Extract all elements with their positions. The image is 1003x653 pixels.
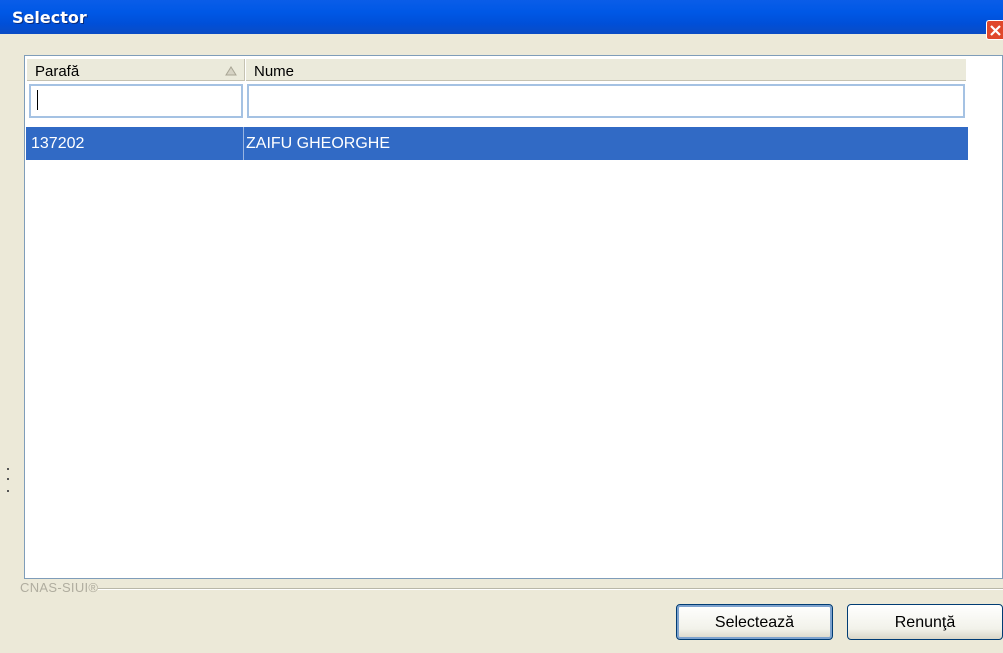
selector-window: Selector Parafă Nume 137202 ZAIFU GHEORG…: [0, 0, 1003, 653]
column-header-nume[interactable]: Nume: [246, 59, 966, 81]
close-icon: [990, 25, 1001, 36]
filter-parafa-input[interactable]: [29, 84, 243, 118]
brand-label: CNAS-SIUI®: [20, 580, 99, 595]
footer-divider-highlight: [98, 589, 1003, 590]
close-button[interactable]: [986, 20, 1003, 40]
window-left-edge: [0, 34, 4, 653]
cell-parafa: 137202: [31, 135, 85, 152]
column-header-parafa[interactable]: Parafă: [27, 59, 245, 81]
column-header-label: Nume: [254, 63, 295, 80]
sort-ascending-icon: [225, 66, 237, 76]
filter-nume-input[interactable]: [247, 84, 965, 118]
table-row[interactable]: 137202 ZAIFU GHEORGHE: [26, 127, 968, 160]
cancel-button[interactable]: Renunţă: [847, 604, 1003, 640]
resize-dot: [7, 478, 9, 480]
results-grid[interactable]: Parafă Nume 137202 ZAIFU GHEORGHE: [24, 55, 1003, 579]
resize-dot: [7, 468, 9, 470]
column-divider: [243, 127, 244, 160]
select-button[interactable]: Selectează: [676, 604, 833, 640]
window-title: Selector: [12, 8, 87, 27]
cell-nume: ZAIFU GHEORGHE: [246, 135, 391, 152]
text-cursor: [37, 90, 38, 110]
resize-dot: [7, 490, 9, 492]
column-header-label: Parafă: [35, 63, 80, 80]
title-bar: Selector: [0, 0, 1003, 40]
